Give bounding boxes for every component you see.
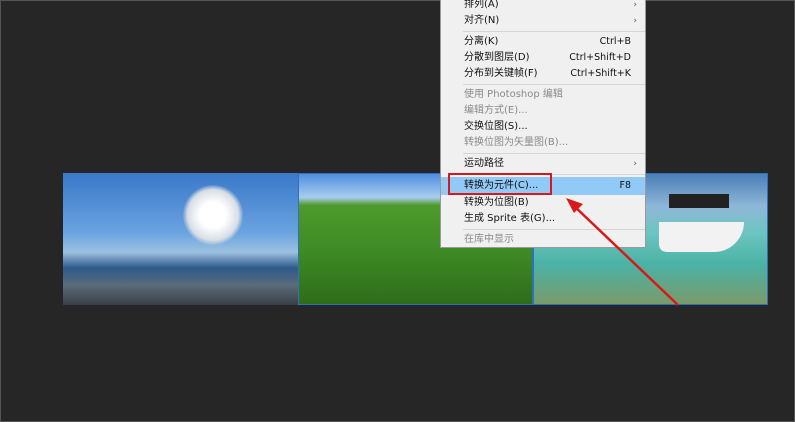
annotation-arrow-icon — [566, 198, 679, 306]
